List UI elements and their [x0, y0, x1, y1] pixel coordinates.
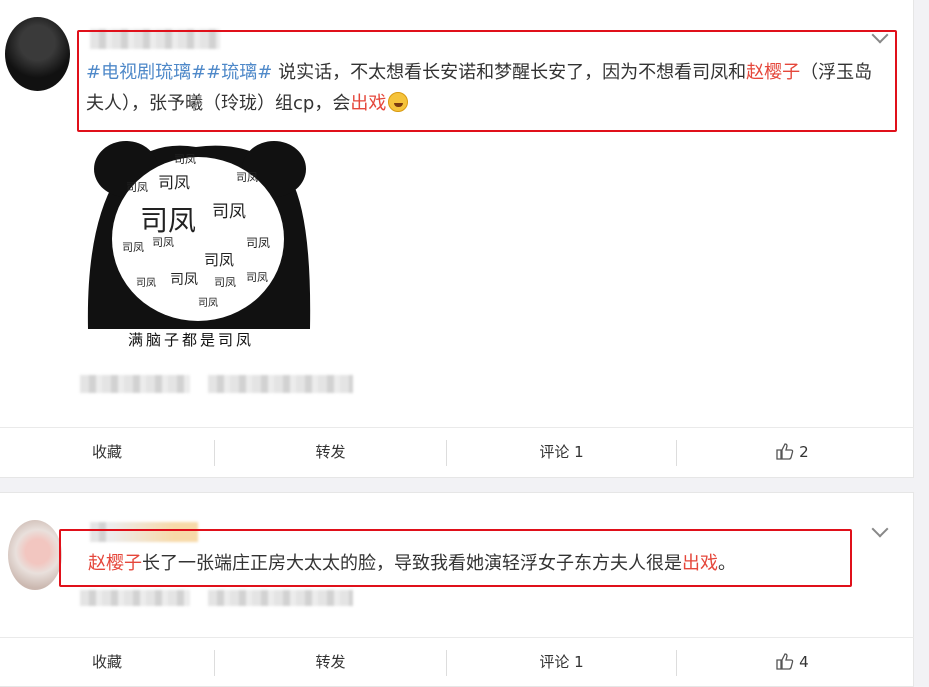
comment-button[interactable]: 评论 1: [447, 638, 676, 686]
meme-image[interactable]: 司凤 司凤 司凤 司凤 司凤 司凤 司凤 司凤 司凤 司凤 司凤 司凤 司凤 司…: [86, 139, 312, 353]
favorite-button[interactable]: 收藏: [0, 638, 214, 686]
panda-meme-drawing: [86, 139, 312, 353]
repost-button[interactable]: 转发: [215, 638, 446, 686]
repost-button[interactable]: 转发: [215, 428, 446, 476]
timestamp-blurred: [80, 590, 190, 606]
action-bar: 收藏 转发 评论 1 4: [0, 637, 914, 685]
like-button[interactable]: 4: [677, 638, 908, 686]
annotation-box: [77, 30, 897, 132]
post-card: 赵樱子长了一张端庄正房大太太的脸，导致我看她演轻浮女子东方夫人很是出戏。 收藏 …: [0, 492, 914, 687]
avatar[interactable]: [5, 17, 70, 91]
avatar[interactable]: [8, 520, 62, 590]
post-card: #电视剧琉璃##琉璃# 说实话，不太想看长安诺和梦醒长安了，因为不想看司凤和赵樱…: [0, 0, 914, 478]
source-blurred: [208, 590, 353, 606]
annotation-box: [59, 529, 852, 587]
thumbs-up-icon: [776, 443, 794, 460]
action-bar: 收藏 转发 评论 1 2: [0, 427, 914, 475]
thumbs-up-icon: [776, 653, 794, 670]
chevron-down-icon[interactable]: [871, 520, 889, 538]
favorite-button[interactable]: 收藏: [0, 428, 214, 476]
timestamp-blurred: [80, 375, 190, 393]
source-blurred: [208, 375, 353, 393]
like-button[interactable]: 2: [677, 428, 908, 476]
comment-button[interactable]: 评论 1: [447, 428, 676, 476]
meme-caption: 满脑子都是司凤: [128, 331, 255, 349]
